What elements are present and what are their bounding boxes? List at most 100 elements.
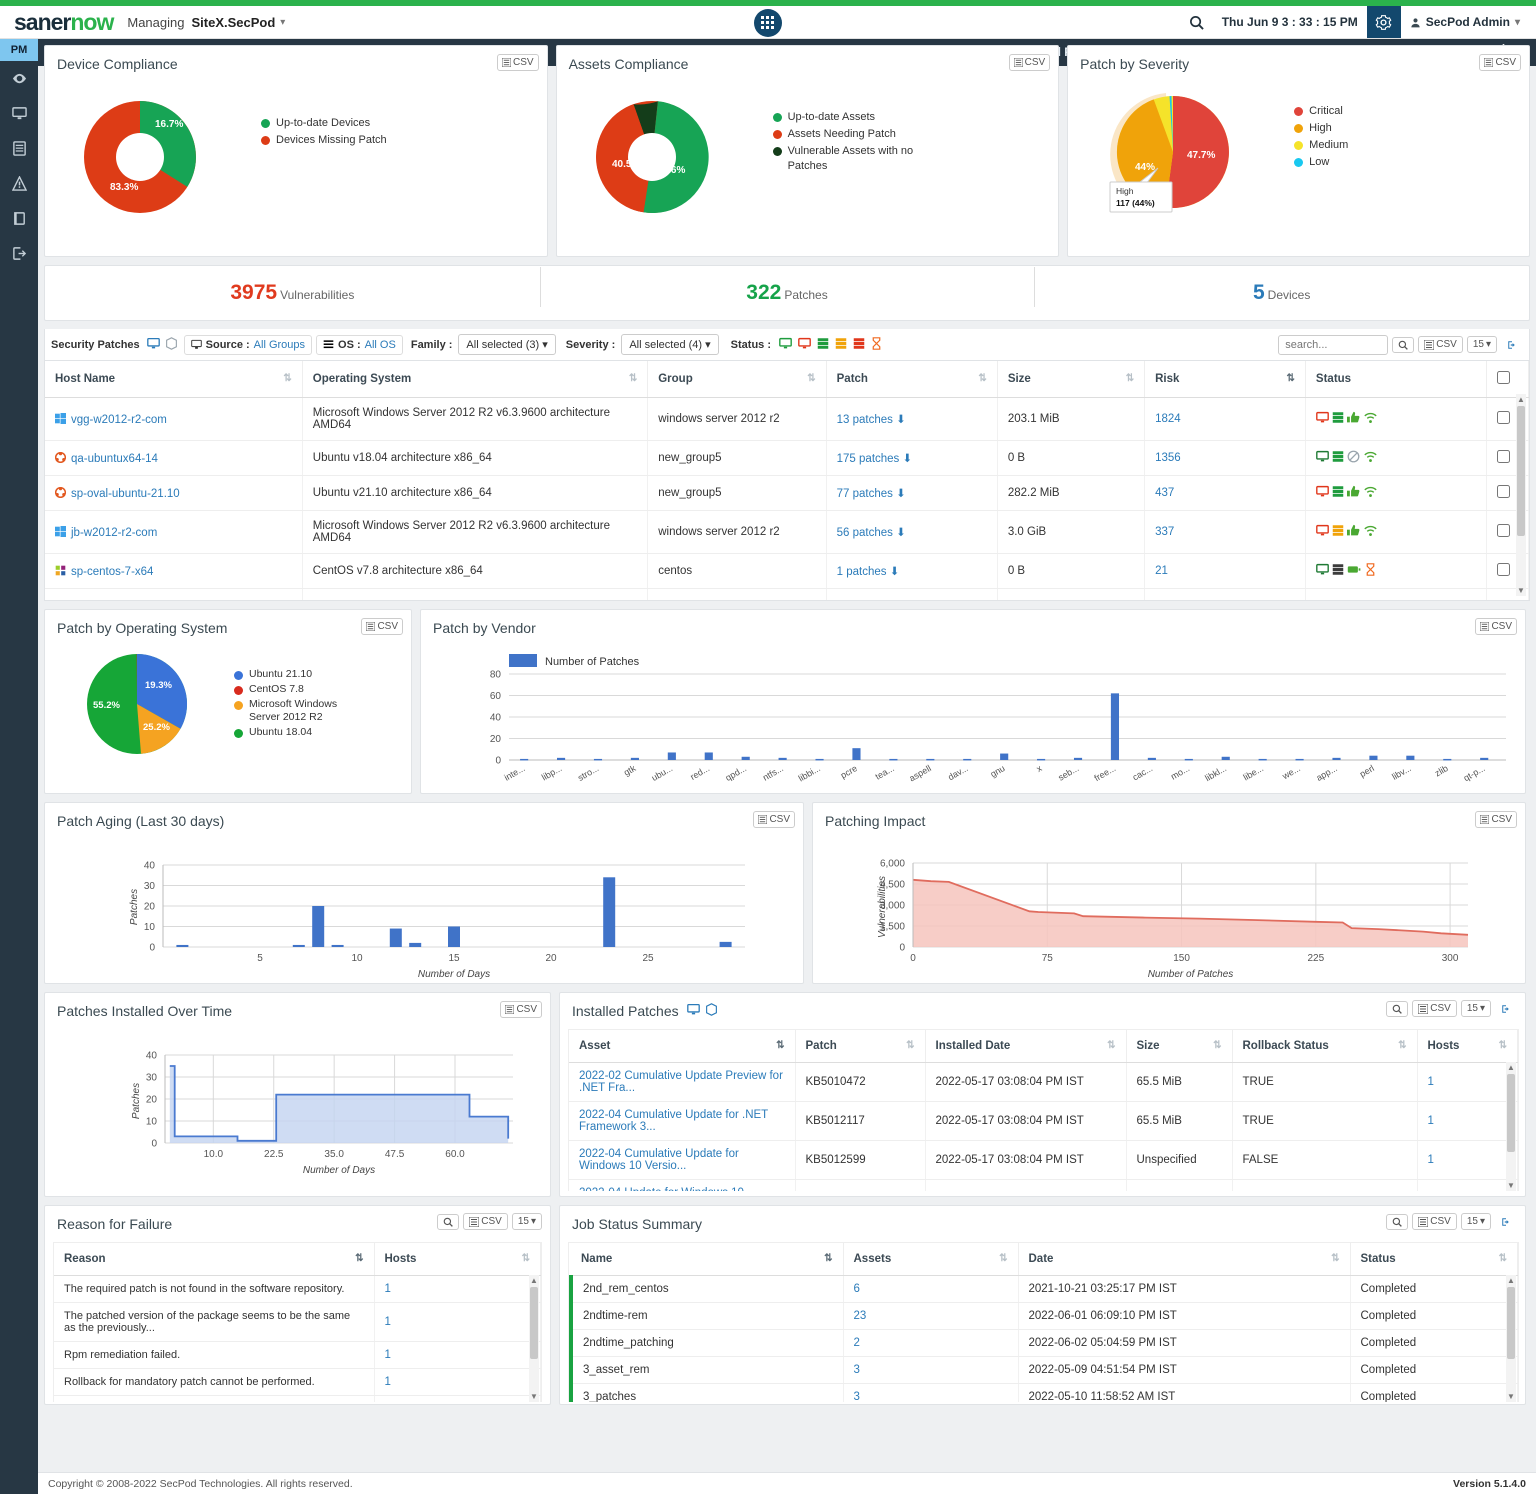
col-status[interactable]: Status	[1305, 361, 1488, 398]
table-row[interactable]: Error code:0x802404381	[54, 1395, 541, 1402]
table-row[interactable]: The patched version of the package seems…	[54, 1302, 541, 1342]
installed-patches-page-size[interactable]: 15 ▾	[1460, 1000, 1491, 1017]
col-name[interactable]: Name ⇅	[571, 1243, 844, 1276]
cell-hosts[interactable]: 1	[1417, 1140, 1518, 1180]
cell-host-name[interactable]: jb-w2012-r2-com	[45, 510, 303, 554]
installed-package-icon[interactable]	[705, 1003, 718, 1019]
page-size-select[interactable]: 15 ▾	[1466, 336, 1497, 353]
table-row[interactable]: Rollback for mandatory patch cannot be p…	[54, 1368, 541, 1396]
col-installed-date[interactable]: Installed Date ⇅	[925, 1030, 1127, 1063]
filter-family-select[interactable]: All selected (3) ▾	[458, 334, 556, 355]
col-risk[interactable]: Risk ⇅	[1144, 361, 1306, 398]
cell-risk[interactable]: 337	[1144, 510, 1306, 554]
cell-assets[interactable]: 6	[843, 1275, 1019, 1303]
cell-patch[interactable]: 77 patches ⬇	[826, 475, 998, 511]
cell-hosts[interactable]: 1	[374, 1275, 541, 1303]
patch-search-input[interactable]	[1278, 334, 1389, 355]
cell-hosts[interactable]: 1	[374, 1341, 541, 1369]
table-row[interactable]: 2022-04 Cumulative Update for Windows 10…	[569, 1140, 1518, 1180]
installed-patches-search-button[interactable]	[1386, 1000, 1409, 1017]
col-size[interactable]: Size ⇅	[997, 361, 1146, 398]
filter-source-value[interactable]: All Groups	[254, 339, 305, 351]
patch-table-scrollbar[interactable]: ▲ ▼	[1516, 394, 1526, 596]
cell-assets[interactable]: 3	[843, 1356, 1019, 1384]
status-filter-server-red-icon[interactable]	[853, 337, 865, 353]
cell-asset[interactable]: 2022-04 Cumulative Update for Windows 10…	[569, 1140, 796, 1180]
table-row[interactable]: 2ndtime-rem 23 2022-06-01 06:09:10 PM IST C…	[569, 1302, 1518, 1330]
cell-host-name[interactable]: qa-ubuntux64-14	[45, 440, 303, 476]
cell-patch[interactable]: 56 patches ⬇	[826, 510, 998, 554]
csv-export-device-compliance[interactable]: CSV	[497, 54, 539, 71]
cell-host-name[interactable]: sp-oval-ubuntu-21.10	[45, 475, 303, 511]
row-checkbox[interactable]	[1497, 563, 1511, 576]
table-row[interactable]: The required patch is not found in the s…	[54, 1275, 541, 1303]
status-filter-server-green-icon[interactable]	[817, 337, 829, 353]
cell-hosts[interactable]: 1	[374, 1368, 541, 1396]
col-status[interactable]: Status ⇅	[1350, 1243, 1518, 1276]
sidebar-item-docs[interactable]	[0, 201, 38, 236]
cell-asset[interactable]: 2022-02 Cumulative Update Preview for .N…	[569, 1062, 796, 1102]
cell-hosts[interactable]: 1	[1417, 1101, 1518, 1141]
status-filter-server-orange-icon[interactable]	[835, 337, 847, 353]
col-patch[interactable]: Patch ⇅	[795, 1030, 926, 1063]
col-group[interactable]: Group ⇅	[647, 361, 827, 398]
csv-export-patch-by-vendor[interactable]: CSV	[1475, 618, 1517, 635]
user-chevron-down-icon[interactable]: ▾	[1515, 17, 1520, 28]
csv-export-patching-impact[interactable]: CSV	[1475, 811, 1517, 828]
table-row[interactable]: 2022-04 Cumulative Update for .NET Frame…	[569, 1101, 1518, 1141]
job-status-scrollbar[interactable]: ▲ ▼	[1506, 1275, 1516, 1402]
view-monitor-icon[interactable]	[146, 337, 160, 353]
cell-patch[interactable]	[826, 588, 998, 600]
col-hosts[interactable]: Hosts ⇅	[1417, 1030, 1518, 1063]
csv-export-patches-installed-over-time[interactable]: CSV	[500, 1001, 542, 1018]
row-checkbox[interactable]	[1497, 450, 1511, 463]
csv-export-assets-compliance[interactable]: CSV	[1008, 54, 1051, 71]
select-all-checkbox[interactable]	[1497, 371, 1511, 384]
col-asset[interactable]: Asset ⇅	[569, 1030, 796, 1063]
col-hosts[interactable]: Hosts ⇅	[374, 1243, 541, 1276]
filter-os-value[interactable]: All OS	[365, 339, 396, 351]
cell-patch[interactable]: 1 patches ⬇	[826, 553, 998, 589]
csv-export-patch-table[interactable]: CSV	[1418, 336, 1463, 353]
settings-button[interactable]	[1366, 6, 1401, 38]
filter-source[interactable]: Source : All Groups	[183, 334, 313, 355]
sidebar-item-devices[interactable]	[0, 96, 38, 131]
cell-asset[interactable]: 2022-04 Cumulative Update for .NET Frame…	[569, 1101, 796, 1141]
site-selector[interactable]: SiteX.SecPod	[191, 15, 275, 30]
col-patch[interactable]: Patch ⇅	[826, 361, 998, 398]
table-row[interactable]: 3_asset_rem 3 2022-05-09 04:51:54 PM IST Co…	[569, 1356, 1518, 1384]
job-status-page-size[interactable]: 15 ▾	[1460, 1213, 1491, 1230]
app-logo[interactable]: sanernow	[14, 9, 114, 36]
cell-host-name[interactable]	[45, 588, 303, 600]
table-row[interactable]: 2022-04 Update for Windows 10 Version 21…	[569, 1179, 1518, 1191]
reason-search-button[interactable]	[437, 1213, 460, 1230]
filter-severity-select[interactable]: All selected (4) ▾	[621, 334, 719, 355]
row-checkbox[interactable]	[1497, 524, 1511, 537]
table-row[interactable]: 2ndtime_patching 2 2022-06-02 05:04:59 PM …	[569, 1329, 1518, 1357]
table-row[interactable]: sp-oval-ubuntu-21.10 Ubuntu v21.10 archi…	[45, 475, 1529, 511]
cell-hosts[interactable]: 1	[374, 1302, 541, 1342]
col-date[interactable]: Date ⇅	[1018, 1243, 1351, 1276]
cell-risk[interactable]: 1824	[1144, 397, 1306, 441]
col-size[interactable]: Size ⇅	[1126, 1030, 1233, 1063]
cell-risk[interactable]: 437	[1144, 475, 1306, 511]
sidebar-item-reports[interactable]	[0, 131, 38, 166]
status-filter-monitor-red-icon[interactable]	[798, 337, 811, 353]
table-row[interactable]: 3_patches 3 2022-05-10 11:58:52 AM IST Comp…	[569, 1383, 1518, 1402]
cell-assets[interactable]: 23	[843, 1302, 1019, 1330]
expand-job-status-button[interactable]	[1495, 1213, 1517, 1230]
table-row[interactable]: qa-ubuntux64-14 Ubuntu v18.04 architectu…	[45, 440, 1529, 476]
cell-patch[interactable]: 175 patches ⬇	[826, 440, 998, 476]
col-operating-system[interactable]: Operating System ⇅	[302, 361, 649, 398]
cell-assets[interactable]: 2	[843, 1329, 1019, 1357]
table-row[interactable]: Rpm remediation failed. 1	[54, 1341, 541, 1369]
view-package-icon[interactable]	[165, 336, 178, 353]
cell-risk[interactable]: 1356	[1144, 440, 1306, 476]
row-checkbox[interactable]	[1497, 411, 1511, 424]
col-select-all[interactable]	[1486, 361, 1529, 398]
table-row[interactable]: sp-centos-7-x64 CentOS v7.8 architecture…	[45, 553, 1529, 589]
expand-patch-table-button[interactable]	[1501, 336, 1523, 353]
status-filter-hourglass-icon[interactable]	[871, 336, 882, 353]
csv-export-installed-patches[interactable]: CSV	[1412, 1000, 1457, 1017]
reason-page-size[interactable]: 15 ▾	[511, 1213, 542, 1230]
